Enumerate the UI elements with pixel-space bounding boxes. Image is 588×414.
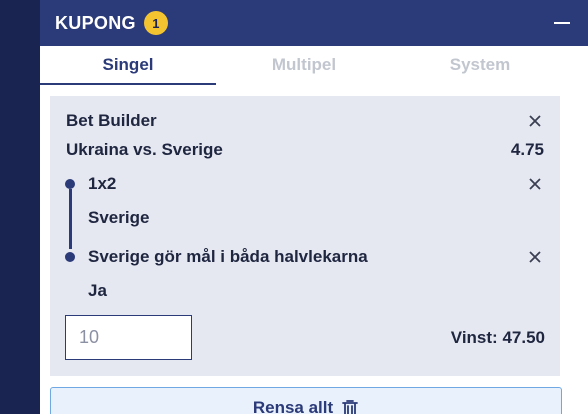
tab-singel[interactable]: Singel (40, 46, 216, 85)
minus-icon (554, 22, 570, 24)
trash-icon (342, 400, 359, 414)
close-icon (529, 178, 541, 190)
selection-market-row-2: Sverige gör mål i båda halvlekarna (88, 247, 544, 267)
selection-pick-row-2: Ja (88, 281, 544, 301)
clear-all-label: Rensa allt (252, 398, 334, 414)
selection-pick-1: Sverige (88, 208, 150, 227)
selection-dot-1 (65, 179, 75, 189)
selection-pick-row-1: Sverige (88, 208, 544, 228)
selection-market-row-1: 1x2 (88, 174, 544, 194)
tab-system[interactable]: System (392, 46, 568, 85)
clear-all-button[interactable]: Rensa allt (50, 387, 562, 414)
collapse-button[interactable] (551, 12, 573, 34)
stake-input[interactable] (65, 315, 192, 360)
remove-bet-button[interactable] (526, 112, 544, 130)
close-icon (529, 115, 541, 127)
bet-type-tabs: Singel Multipel System (40, 46, 588, 85)
bet-builder-row: Bet Builder (66, 111, 544, 131)
potential-win: Vinst: 47.50 (451, 328, 545, 348)
coupon-header: KUPONG 1 (40, 0, 588, 46)
bet-builder-label: Bet Builder (66, 111, 157, 130)
tab-multipel[interactable]: Multipel (216, 46, 392, 85)
match-row: Ukraina vs. Sverige 4.75 (66, 140, 544, 160)
remove-selection-2-button[interactable] (526, 248, 544, 266)
selection-connector (68, 189, 72, 249)
bet-slip-card: Bet Builder Ukraina vs. Sverige 4.75 1x2… (50, 96, 560, 376)
selection-pick-2: Ja (88, 281, 107, 300)
remove-selection-1-button[interactable] (526, 175, 544, 193)
left-rail (0, 0, 40, 414)
win-amount: 47.50 (502, 328, 545, 347)
match-name: Ukraina vs. Sverige (66, 140, 223, 159)
selection-dot-2 (65, 252, 75, 262)
win-label: Vinst: (450, 328, 498, 347)
close-icon (529, 251, 541, 263)
bet-count-badge: 1 (143, 11, 168, 35)
bet-coupon: KUPONG 1 Singel Multipel System Bet Buil… (40, 0, 588, 414)
selection-market-2: Sverige gör mål i båda halvlekarna (88, 247, 368, 266)
coupon-title: KUPONG (55, 12, 136, 33)
selection-market-1: 1x2 (88, 174, 117, 193)
odds-value: 4.75 (510, 140, 544, 159)
